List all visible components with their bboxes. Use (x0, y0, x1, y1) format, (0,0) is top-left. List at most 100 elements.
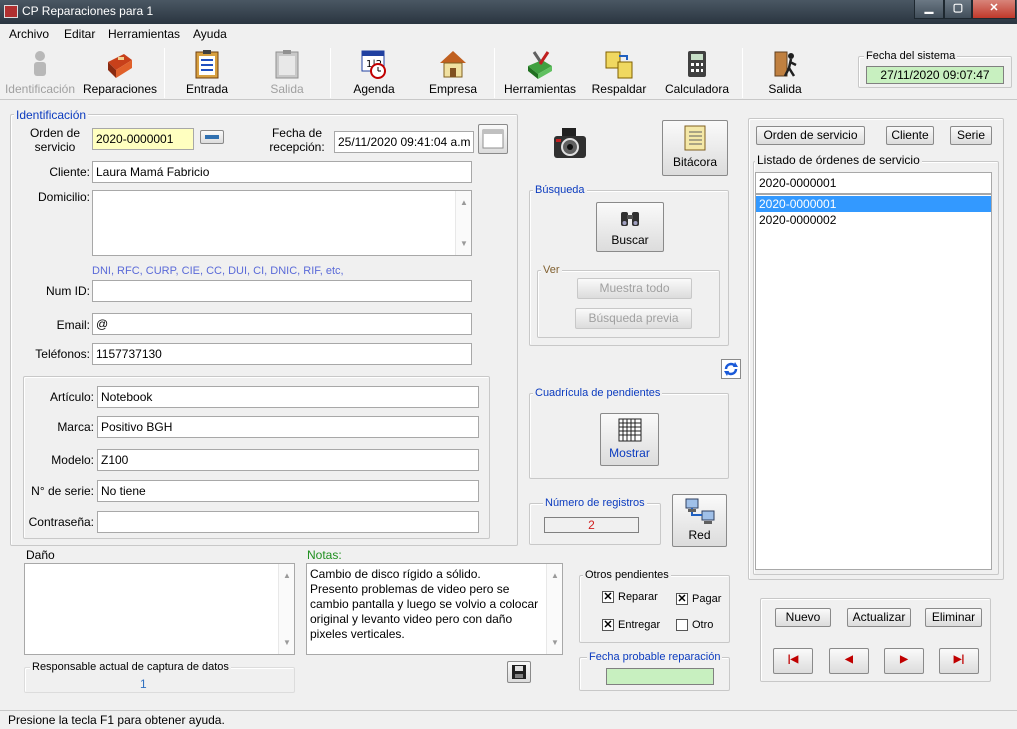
buscar-button[interactable]: Buscar (596, 202, 664, 252)
listado-legend: Listado de órdenes de servicio (755, 153, 922, 167)
red-button[interactable]: Red (672, 494, 727, 547)
app-icon (4, 5, 18, 18)
notas-line: original y levanto video pero con daño (310, 612, 513, 626)
toolbar-respaldar-button[interactable]: Respaldar (584, 48, 654, 100)
eliminar-button[interactable]: Eliminar (925, 608, 982, 627)
modelo-field[interactable]: Z100 (97, 449, 479, 471)
entregar-label: Entregar (618, 619, 661, 631)
busqueda-previa-button[interactable]: Búsqueda previa (575, 308, 692, 329)
menu-bar: Archivo Editar Herramientas Ayuda (0, 24, 1017, 44)
menu-herramientas[interactable]: Herramientas (108, 27, 180, 41)
calculator-icon (688, 51, 706, 77)
toolbar-empresa-button[interactable]: Empresa (416, 48, 490, 100)
cliente-field[interactable]: Laura Mamá Fabricio (92, 161, 472, 183)
reparar-checkbox[interactable]: ✕ (602, 591, 614, 603)
nav-next-icon: ▶ (900, 654, 908, 665)
close-button[interactable]: ✕ (972, 0, 1016, 19)
calendar-button[interactable] (478, 124, 508, 154)
toolbar-agenda-button[interactable]: 1|2 Agenda (336, 48, 412, 100)
mostrar-label: Mostrar (609, 446, 650, 460)
nav-next-button[interactable]: ▶ (884, 648, 924, 674)
notebook-icon (684, 125, 706, 151)
entregar-checkbox[interactable]: ✕ (602, 619, 614, 631)
serie-tab-button[interactable]: Serie (950, 126, 992, 145)
nav-last-button[interactable]: ▶| (939, 648, 979, 674)
nuevo-button[interactable]: Nuevo (775, 608, 831, 627)
email-label: Email: (56, 318, 90, 332)
domicilio-scrollbar[interactable]: ▲ ▼ (455, 191, 471, 255)
modelo-label: Modelo: (51, 453, 94, 467)
otro-checkbox[interactable] (676, 619, 688, 631)
toolbar-identificacion-button[interactable]: Identificación (2, 48, 78, 100)
toolbar-reparaciones-button[interactable]: Reparaciones (80, 48, 160, 100)
system-date-label: Fecha del sistema (864, 50, 958, 62)
notas-textarea[interactable]: Cambio de disco rígido a sólido. Present… (306, 563, 563, 655)
orden-lookup-button[interactable] (200, 130, 224, 144)
tools-icon (528, 51, 552, 79)
person-icon (34, 51, 46, 76)
refresh-icon (724, 362, 738, 376)
dano-scrollbar[interactable]: ▲ ▼ (278, 564, 294, 654)
toolbox-icon (108, 54, 132, 78)
domicilio-textarea[interactable]: ▲ ▼ (92, 190, 472, 256)
orden-servicio-tab-button[interactable]: Orden de servicio (756, 126, 865, 145)
orden-servicio-field[interactable]: 2020-0000001 (92, 128, 194, 150)
toolbar-salida-disabled-button[interactable]: Salida (250, 48, 324, 100)
toolbar-calculadora-button[interactable]: Calculadora (660, 48, 734, 100)
bitacora-button[interactable]: Bitácora (662, 120, 728, 176)
fecha-recepcion-label: Fecha de recepción: (269, 126, 325, 154)
articulo-label: Artículo: (49, 390, 94, 404)
pagar-checkbox[interactable]: ✕ (676, 593, 688, 605)
grid-icon (618, 418, 641, 442)
nav-first-button[interactable]: |◀ (773, 648, 813, 674)
fecha-recepcion-field[interactable]: 25/11/2020 09:41:04 a.m (334, 131, 474, 153)
orden-servicio-label: Orden de servicio (29, 126, 81, 154)
menu-ayuda[interactable]: Ayuda (193, 27, 227, 41)
buscar-label: Buscar (611, 233, 649, 247)
nav-prev-button[interactable]: ◀ (829, 648, 869, 674)
marca-label: Marca: (57, 420, 94, 434)
menu-editar[interactable]: Editar (64, 27, 95, 41)
list-item[interactable]: 2020-0000002 (756, 212, 991, 228)
contrasena-field[interactable] (97, 511, 479, 533)
house-icon (440, 51, 466, 78)
toolbar: Identificación Reparaciones Entrada Sali… (0, 44, 1017, 100)
window-title: CP Reparaciones para 1 (22, 4, 154, 18)
registros-value: 2 (544, 517, 639, 533)
num-id-field[interactable] (92, 280, 472, 302)
domicilio-label: Domicilio: (37, 190, 90, 204)
notas-scrollbar[interactable]: ▲ ▼ (546, 564, 562, 654)
nav-prev-icon: ◀ (845, 654, 853, 665)
status-text: Presione la tecla F1 para obtener ayuda. (8, 713, 225, 727)
registros-legend: Número de registros (543, 497, 647, 509)
articulo-field[interactable]: Notebook (97, 386, 479, 408)
toolbar-entrada-button[interactable]: Entrada (170, 48, 244, 100)
num-id-label: Num ID: (45, 284, 90, 298)
camera-icon[interactable] (552, 126, 588, 162)
maximize-button[interactable]: ▢ (944, 0, 972, 19)
dano-textarea[interactable]: ▲ ▼ (24, 563, 295, 655)
system-date-value: 27/11/2020 09:07:47 (866, 66, 1004, 84)
serie-field[interactable]: No tiene (97, 480, 479, 502)
toolbar-herramientas-button[interactable]: Herramientas (500, 48, 580, 100)
reparar-label: Reparar (618, 591, 658, 603)
toolbar-salida-button[interactable]: Salida (748, 48, 822, 100)
clipboard-in-icon (195, 50, 219, 79)
menu-archivo[interactable]: Archivo (9, 27, 49, 41)
minus-icon (205, 135, 219, 139)
email-field[interactable]: @ (92, 313, 472, 335)
telefonos-field[interactable]: 1157737130 (92, 343, 472, 365)
actualizar-button[interactable]: Actualizar (847, 608, 911, 627)
save-notes-button[interactable] (507, 661, 531, 683)
refresh-button[interactable] (721, 359, 741, 379)
muestra-todo-button[interactable]: Muestra todo (577, 278, 692, 299)
list-item[interactable]: 2020-0000001 (756, 196, 991, 212)
binoculars-icon (621, 212, 639, 226)
listado-search-field[interactable]: 2020-0000001 (755, 172, 992, 194)
mostrar-button[interactable]: Mostrar (600, 413, 659, 466)
backup-icon (605, 51, 633, 79)
minimize-button[interactable]: ▁ (914, 0, 944, 19)
cliente-tab-button[interactable]: Cliente (886, 126, 934, 145)
marca-field[interactable]: Positivo BGH (97, 416, 479, 438)
fecha-probable-field[interactable] (606, 668, 714, 685)
